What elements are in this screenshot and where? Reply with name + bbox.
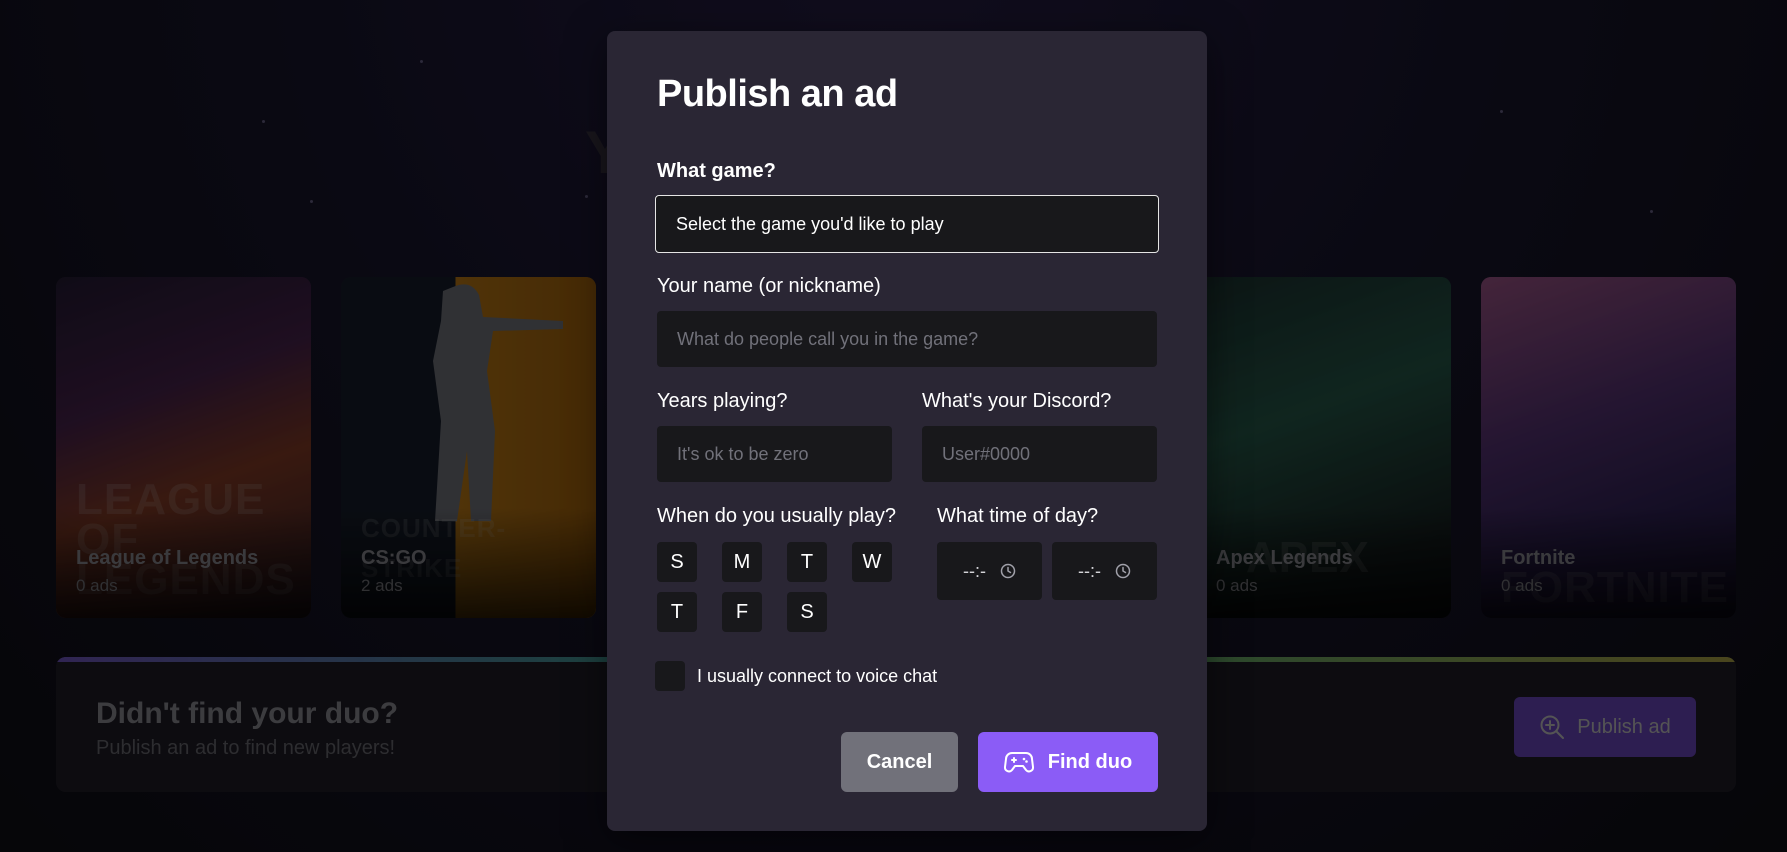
dialog-title: Publish an ad <box>657 73 898 115</box>
end-time-value: --:- <box>1078 560 1101 581</box>
game-label: What game? <box>657 160 776 182</box>
weekday-toggle-thursday[interactable]: T <box>657 592 697 632</box>
find-duo-label: Find duo <box>1047 750 1133 773</box>
game-select-value: Select the game you'd like to play <box>676 213 944 234</box>
voice-chat-label: I usually connect to voice chat <box>697 666 938 686</box>
start-time-input[interactable]: --:- <box>937 542 1042 600</box>
years-label: Years playing? <box>657 390 788 412</box>
weekday-toggle-saturday[interactable]: S <box>787 592 827 632</box>
voice-chat-checkbox[interactable] <box>655 661 685 691</box>
weekday-toggle-sunday[interactable]: S <box>657 542 697 582</box>
weekday-toggle-wednesday[interactable]: W <box>852 542 892 582</box>
days-label: When do you usually play? <box>657 505 897 527</box>
weekday-toggle-tuesday[interactable]: T <box>787 542 827 582</box>
discord-label: What's your Discord? <box>922 390 1112 412</box>
time-label: What time of day? <box>937 505 1099 527</box>
clock-icon <box>1115 563 1131 579</box>
start-time-value: --:- <box>963 560 986 581</box>
publish-ad-dialog: Publish an ad What game? Select the game… <box>607 31 1207 831</box>
discord-input[interactable] <box>922 426 1157 482</box>
name-label: Your name (or nickname) <box>657 275 881 297</box>
cancel-button[interactable]: Cancel <box>841 732 958 792</box>
years-input[interactable] <box>657 426 892 482</box>
game-select[interactable]: Select the game you'd like to play <box>655 195 1159 253</box>
clock-icon <box>1000 563 1016 579</box>
end-time-input[interactable]: --:- <box>1052 542 1157 600</box>
find-duo-button[interactable]: Find duo <box>978 732 1158 792</box>
weekday-toggle-friday[interactable]: F <box>722 592 762 632</box>
game-controller-icon <box>1003 752 1034 773</box>
weekday-toggle-monday[interactable]: M <box>722 542 762 582</box>
name-input[interactable] <box>657 311 1157 367</box>
